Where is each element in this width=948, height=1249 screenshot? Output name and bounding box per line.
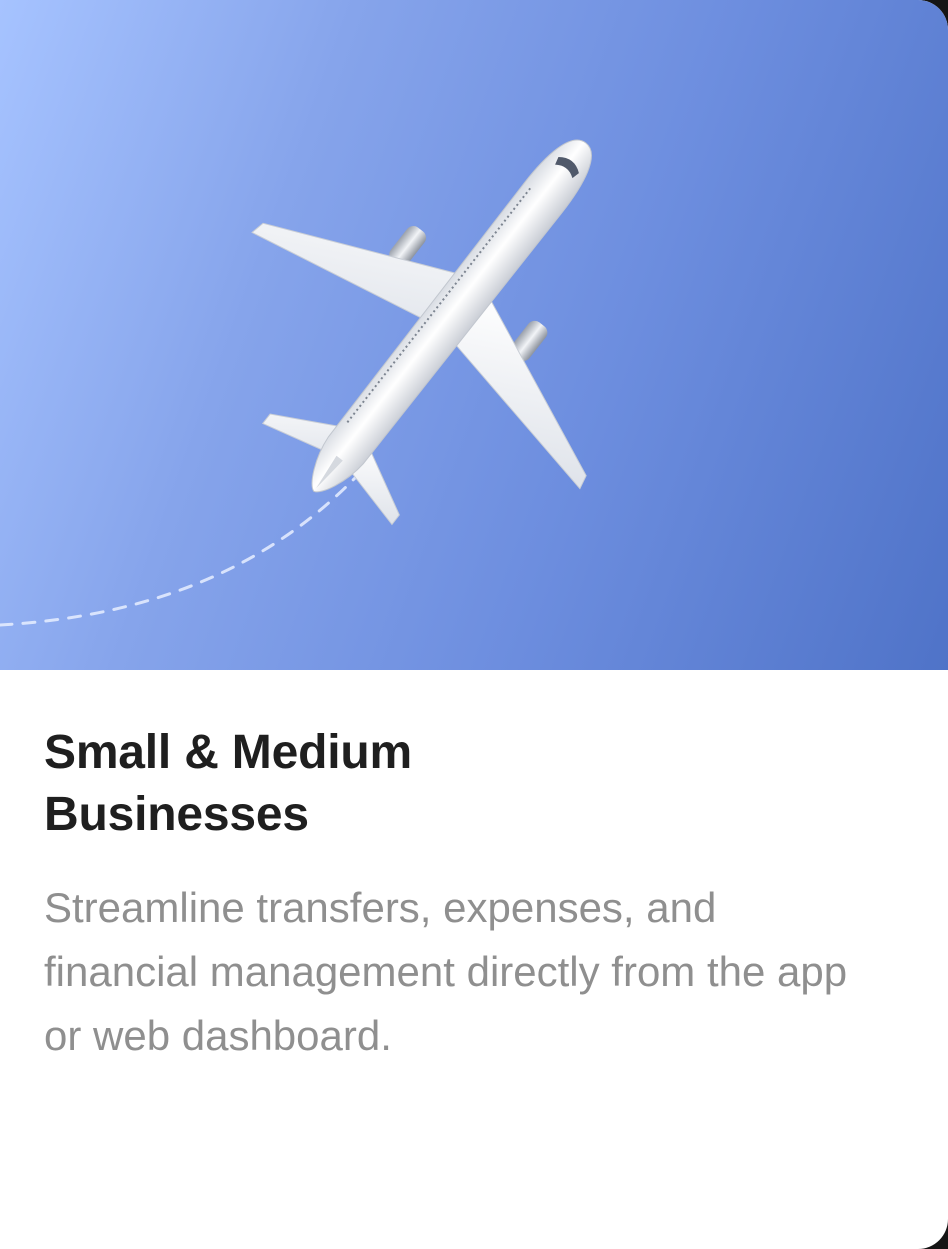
card-title: Small & Medium Businesses [44,726,412,841]
card-description: Streamline transfers, expenses, and fina… [44,884,848,1059]
hero-illustration [0,139,592,627]
hero-image [0,0,948,670]
airplane-icon [251,139,592,526]
card-content: Small & Medium Businesses Streamline tra… [44,722,904,1068]
business-card[interactable]: Small & Medium Businesses Streamline tra… [0,0,948,1249]
flight-path-trail [0,476,357,627]
